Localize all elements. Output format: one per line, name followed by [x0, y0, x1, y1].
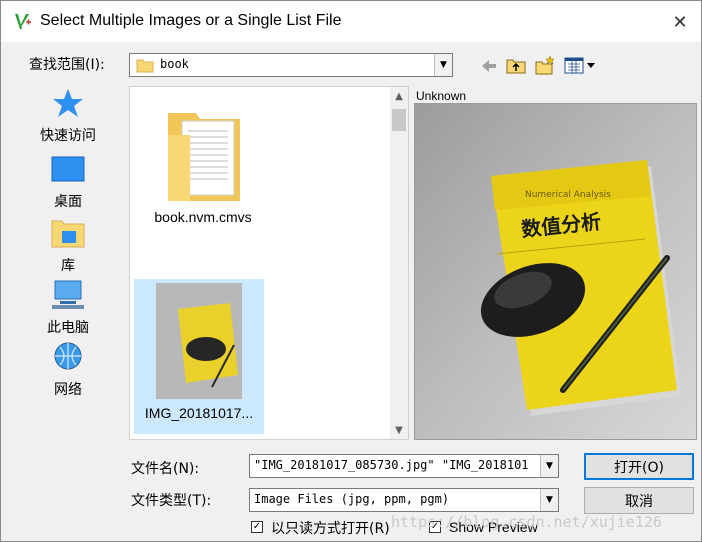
- readonly-label[interactable]: 以只读方式打开(R): [271, 518, 390, 538]
- title-bar: Select Multiple Images or a Single List …: [1, 1, 701, 42]
- network-icon: [54, 342, 82, 370]
- preview-pane: Unknown Numerical Analysis 数值分析: [414, 89, 697, 440]
- place-quick-access[interactable]: 快速访问: [28, 87, 108, 145]
- place-label: 网络: [54, 382, 82, 398]
- open-button[interactable]: 打开(O): [584, 453, 694, 480]
- back-arrow-icon[interactable]: [478, 55, 500, 77]
- book-title-en: Numerical Analysis: [525, 190, 611, 200]
- lookin-label: 查找范围(I):: [29, 57, 105, 73]
- computer-icon: [52, 280, 84, 309]
- up-folder-icon[interactable]: [505, 54, 527, 76]
- watermark: https://blog.csdn.net/xujie126: [391, 513, 662, 531]
- filename-label: 文件名(N):: [131, 461, 200, 477]
- chevron-down-icon[interactable]: ▼: [434, 54, 452, 76]
- preview-image: Numerical Analysis 数值分析: [415, 104, 696, 439]
- scroll-thumb[interactable]: [392, 109, 406, 131]
- filetype-value: Image Files (jpg, ppm, pgm): [254, 492, 450, 506]
- list-item-selected[interactable]: IMG_20181017...: [134, 279, 264, 434]
- lookin-dropdown[interactable]: book ▼: [129, 53, 453, 77]
- vertical-scrollbar[interactable]: ▲ ▼: [390, 87, 408, 439]
- place-label: 库: [61, 258, 75, 274]
- filename-value[interactable]: "IMG_20181017_085730.jpg" "IMG_2018101: [254, 458, 536, 472]
- close-icon: ✕: [672, 11, 688, 33]
- place-label: 快速访问: [40, 128, 96, 144]
- view-menu-icon[interactable]: [563, 54, 599, 76]
- filetype-label: 文件类型(T):: [131, 493, 212, 509]
- folder-icon: [136, 59, 154, 73]
- chevron-down-icon[interactable]: ▼: [540, 489, 558, 511]
- folder-icon: [168, 113, 240, 201]
- scroll-down-icon[interactable]: ▼: [390, 421, 408, 439]
- scroll-up-icon[interactable]: ▲: [390, 87, 408, 105]
- filename-input[interactable]: "IMG_20181017_085730.jpg" "IMG_2018101 ▼: [249, 454, 559, 478]
- place-network[interactable]: 网络: [28, 341, 108, 399]
- file-dialog: Select Multiple Images or a Single List …: [0, 0, 702, 542]
- file-list[interactable]: book.nvm.cmvs IMG_20181017... ▲ ▼: [129, 86, 409, 440]
- places-bar: 快速访问 桌面 库 此电脑 网络: [28, 87, 112, 417]
- filetype-dropdown[interactable]: Image Files (jpg, ppm, pgm) ▼: [249, 488, 559, 512]
- place-desktop[interactable]: 桌面: [28, 155, 108, 211]
- image-thumbnail: [156, 283, 242, 399]
- place-label: 此电脑: [47, 320, 89, 336]
- place-this-pc[interactable]: 此电脑: [28, 279, 108, 337]
- preview-label: Unknown: [416, 89, 467, 103]
- lookin-value: book: [160, 57, 189, 71]
- preview-frame: Numerical Analysis 数值分析: [414, 103, 697, 440]
- window-title: Select Multiple Images or a Single List …: [40, 12, 342, 29]
- app-logo-icon: [15, 14, 31, 29]
- place-library[interactable]: 库: [28, 217, 108, 275]
- file-name: IMG_20181017...: [144, 405, 254, 421]
- readonly-checkbox[interactable]: ✓: [251, 521, 263, 533]
- star-icon: [53, 89, 83, 117]
- desktop-icon: [51, 156, 85, 182]
- cancel-button[interactable]: 取消: [584, 487, 694, 514]
- new-folder-icon[interactable]: [534, 54, 556, 76]
- library-icon: [51, 220, 85, 248]
- list-item[interactable]: book.nvm.cmvs: [138, 105, 268, 225]
- close-button[interactable]: ✕: [667, 9, 693, 35]
- file-name: book.nvm.cmvs: [154, 209, 252, 225]
- place-label: 桌面: [54, 194, 82, 210]
- chevron-down-icon[interactable]: ▼: [540, 455, 558, 477]
